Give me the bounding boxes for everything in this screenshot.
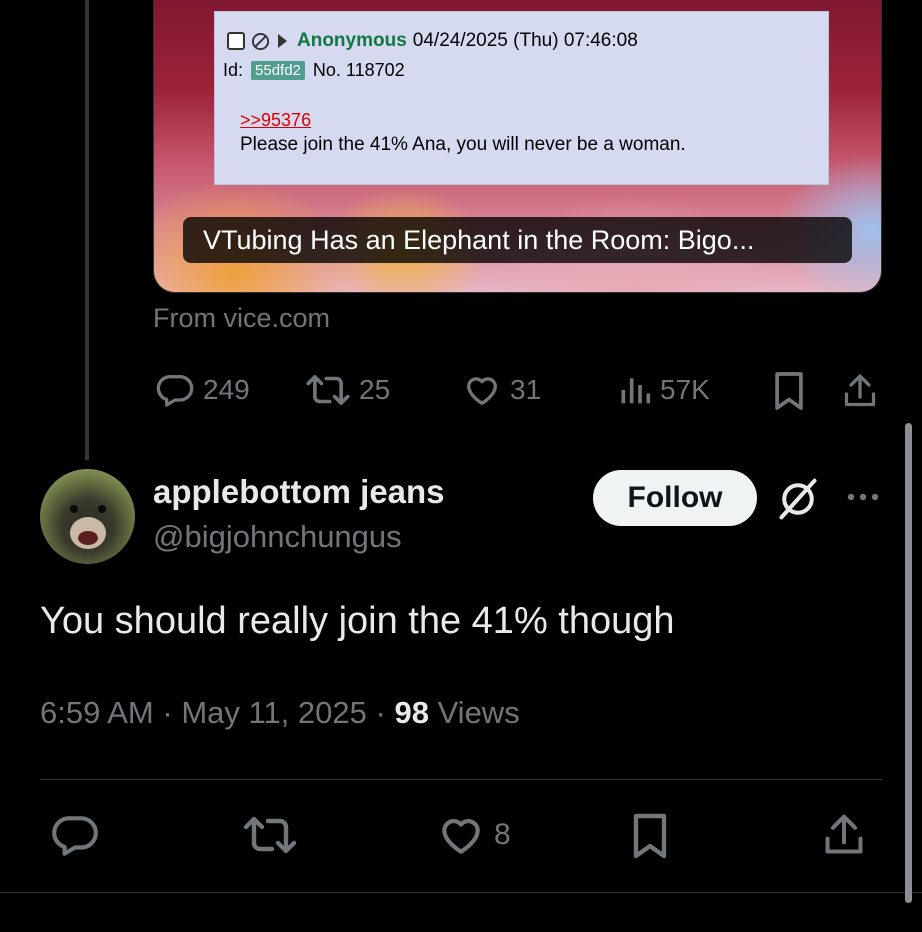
post-date[interactable]: May 11, 2025 bbox=[181, 695, 367, 730]
parent-metrics: 249 25 31 57K bbox=[0, 370, 922, 414]
like-count: 8 bbox=[494, 818, 511, 851]
bookmark-button[interactable] bbox=[772, 370, 806, 412]
post-number: No. 118702 bbox=[312, 60, 405, 80]
reply-icon bbox=[156, 375, 194, 407]
repost-icon bbox=[306, 375, 350, 405]
post-message: Please join the 41% Ana, you will never … bbox=[240, 134, 686, 155]
id-badge: 55dfd2 bbox=[251, 61, 305, 80]
like-icon bbox=[442, 819, 480, 854]
reply-action-button[interactable] bbox=[50, 810, 100, 860]
hide-icon bbox=[251, 32, 270, 50]
reply-actions: 8 bbox=[0, 810, 922, 866]
card-source[interactable]: From vice.com bbox=[153, 303, 330, 334]
views-label: Views bbox=[437, 695, 520, 730]
link-card[interactable]: Anonymous 04/24/2025 (Thu) 07:46:08 Id: … bbox=[153, 0, 882, 293]
checkbox-icon bbox=[227, 32, 245, 50]
share-icon bbox=[844, 374, 876, 407]
bookmark-action-button[interactable] bbox=[630, 810, 670, 862]
post-meta: 6:59 AM · May 11, 2025 · 98 Views bbox=[40, 695, 520, 731]
views-button[interactable]: 57K bbox=[618, 370, 710, 410]
divider bbox=[0, 892, 922, 893]
like-action-button[interactable]: 8 bbox=[436, 810, 511, 860]
id-label: Id: bbox=[223, 60, 244, 80]
quote-link: >>95376 bbox=[240, 110, 312, 130]
post-time[interactable]: 6:59 AM bbox=[40, 695, 154, 730]
post-datetime: 04/24/2025 (Thu) 07:46:08 bbox=[412, 30, 638, 51]
display-name[interactable]: applebottom jeans bbox=[153, 473, 445, 511]
meta-separator: · bbox=[162, 695, 173, 730]
post-id-row: Id: 55dfd2 No. 118702 bbox=[223, 60, 405, 81]
bookmark-icon bbox=[633, 813, 667, 859]
views-count: 57K bbox=[660, 374, 710, 405]
repost-count: 25 bbox=[359, 374, 391, 405]
embedded-post-screenshot: Anonymous 04/24/2025 (Thu) 07:46:08 Id: … bbox=[214, 11, 829, 185]
share-button[interactable] bbox=[842, 370, 878, 412]
user-handle[interactable]: @bigjohnchungus bbox=[153, 519, 402, 555]
bookmark-icon bbox=[775, 372, 803, 410]
like-icon bbox=[467, 377, 497, 405]
grok-icon[interactable] bbox=[776, 477, 820, 521]
reply-button[interactable]: 249 bbox=[155, 370, 250, 410]
repost-action-button[interactable] bbox=[242, 810, 298, 860]
meta-separator: · bbox=[375, 695, 386, 730]
like-count: 31 bbox=[510, 374, 542, 405]
embedded-post-header: Anonymous 04/24/2025 (Thu) 07:46:08 bbox=[227, 30, 638, 52]
reply-icon bbox=[52, 816, 98, 856]
divider bbox=[40, 779, 882, 780]
reply-views-count: 98 bbox=[394, 695, 429, 730]
repost-button[interactable]: 25 bbox=[305, 370, 390, 410]
reply-count: 249 bbox=[203, 374, 250, 405]
views-icon bbox=[621, 378, 651, 404]
share-icon bbox=[825, 814, 863, 854]
menu-arrow-icon bbox=[278, 34, 287, 48]
more-icon[interactable] bbox=[843, 482, 883, 512]
share-action-button[interactable] bbox=[822, 810, 866, 860]
follow-button[interactable]: Follow bbox=[593, 470, 757, 526]
scrollbar[interactable] bbox=[905, 423, 912, 903]
poster-name: Anonymous bbox=[297, 30, 407, 51]
avatar[interactable] bbox=[40, 469, 135, 564]
like-button[interactable]: 31 bbox=[462, 370, 541, 410]
card-title[interactable]: VTubing Has an Elephant in the Room: Big… bbox=[183, 217, 852, 263]
reply-text: You should really join the 41% though bbox=[40, 600, 675, 642]
repost-icon bbox=[243, 816, 297, 854]
